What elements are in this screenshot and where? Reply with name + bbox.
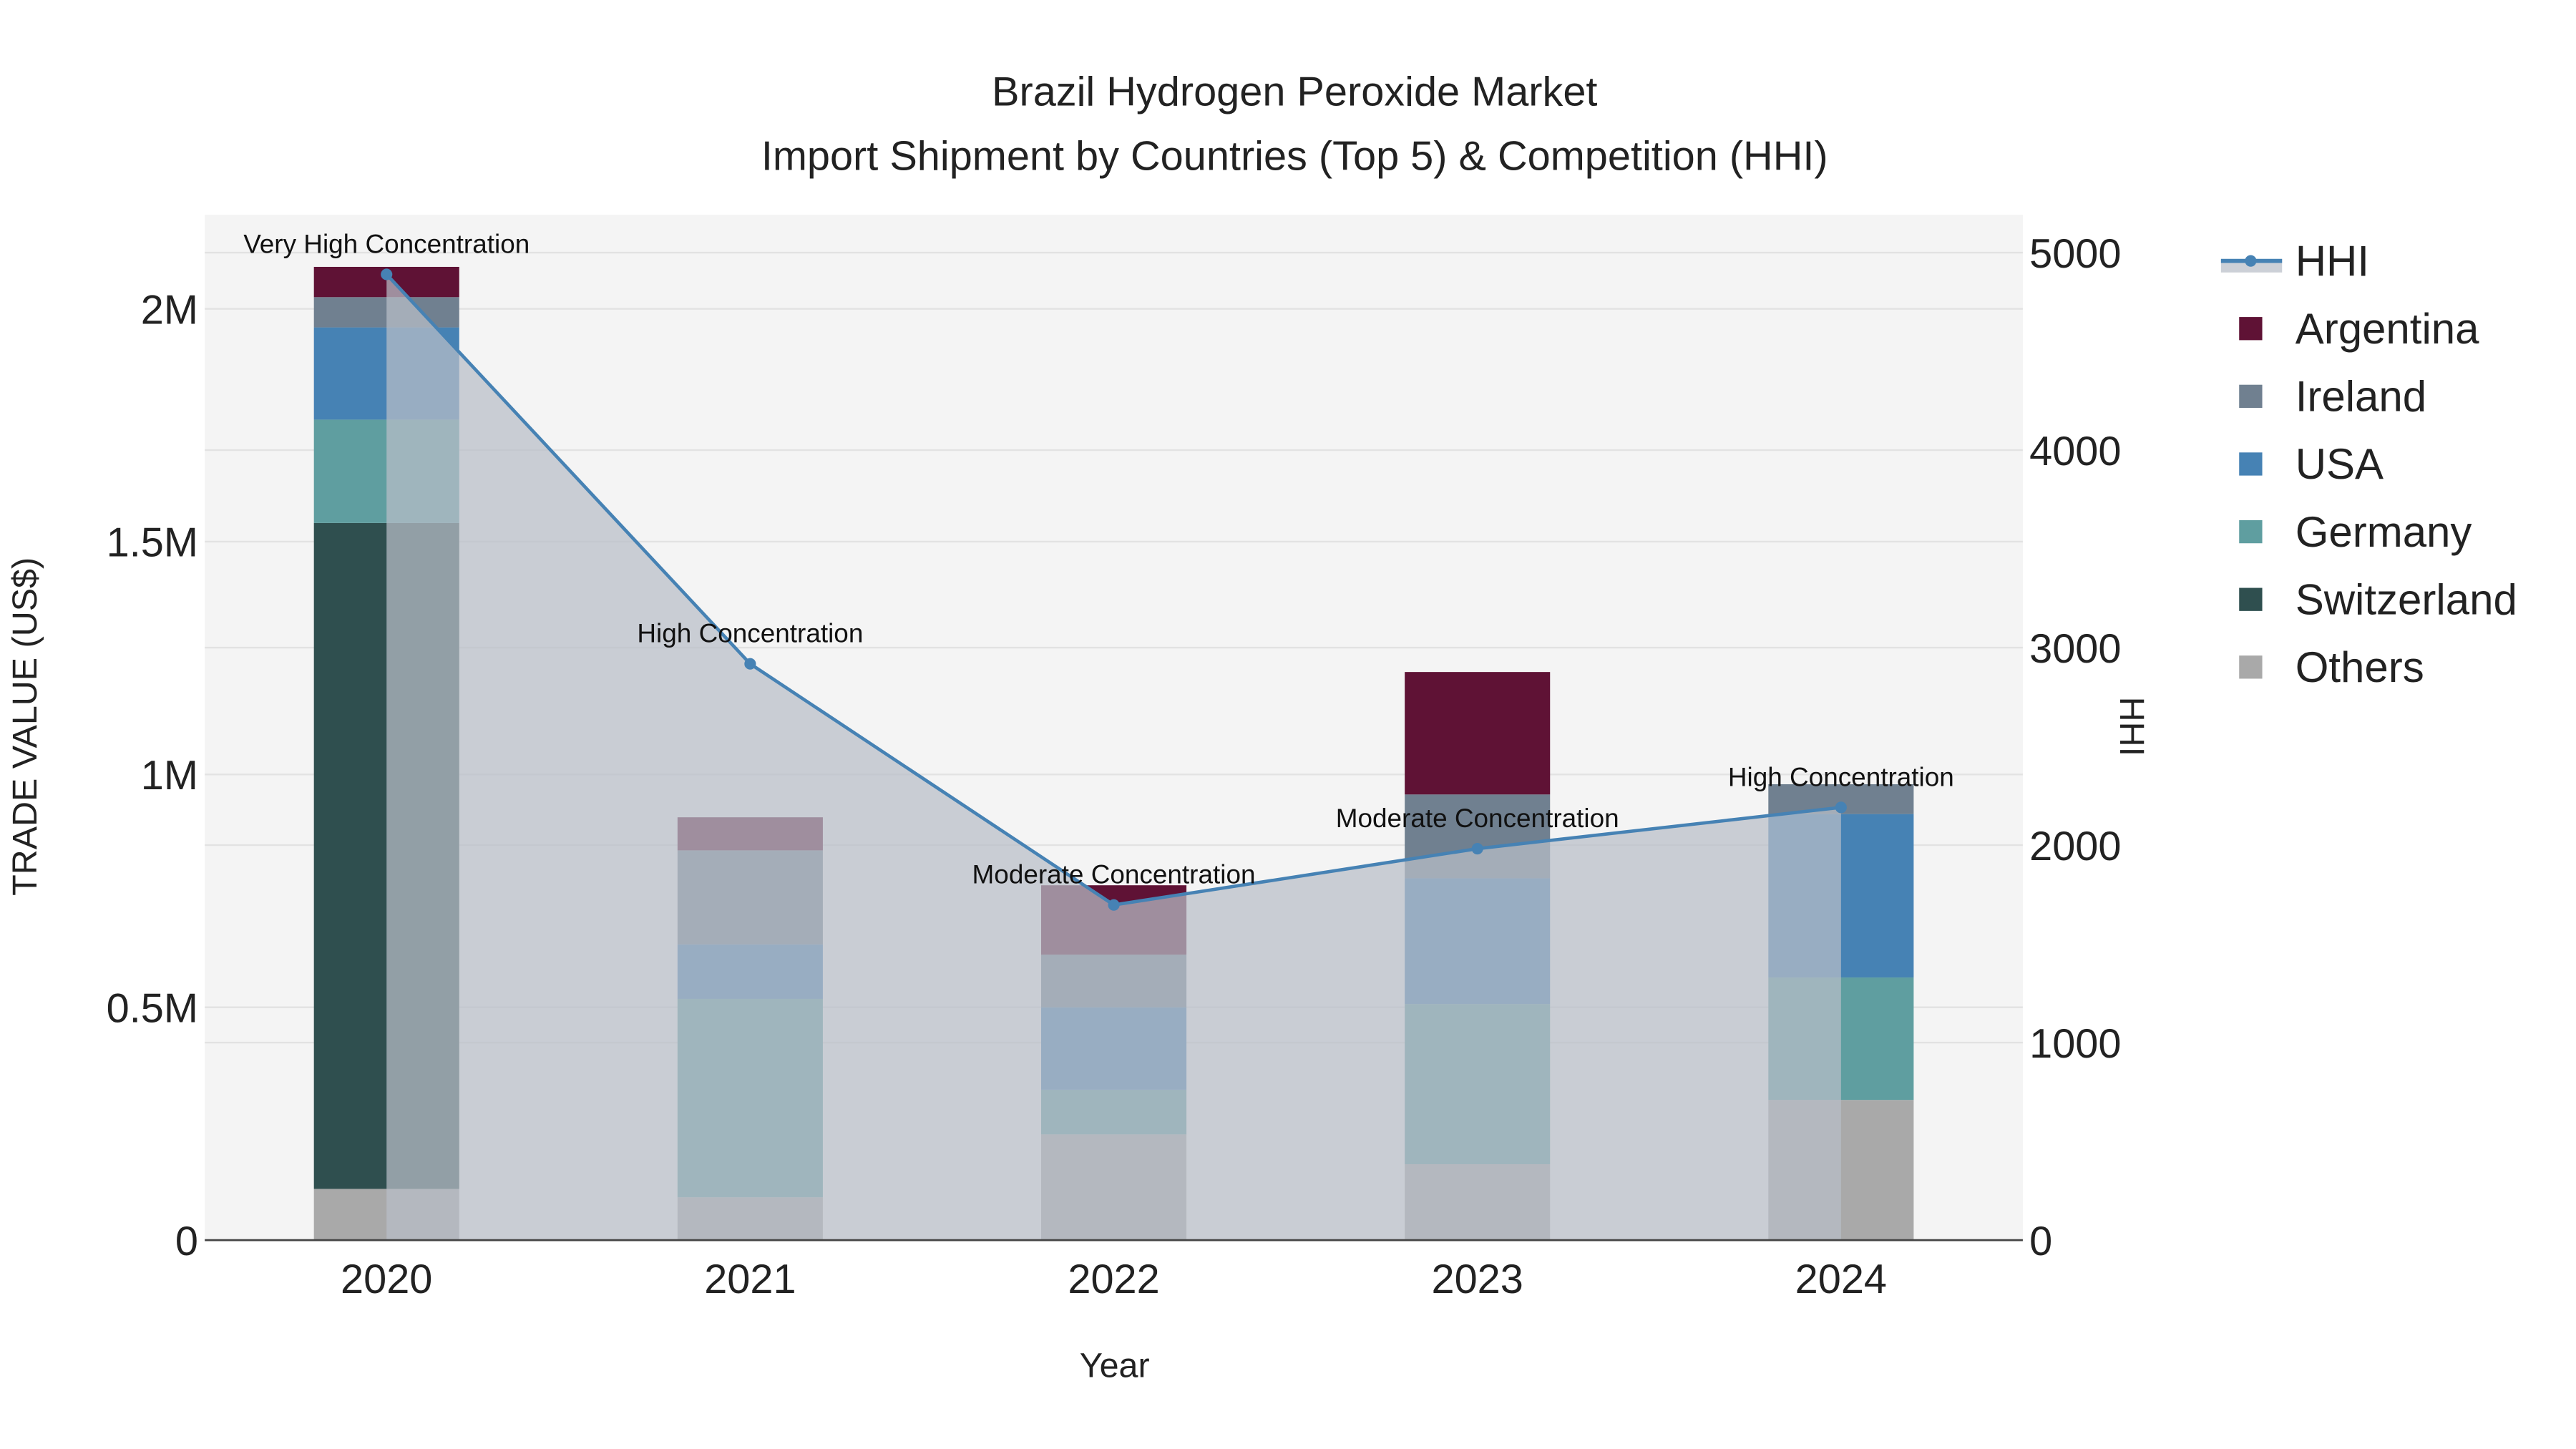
chart: Very High Concentration High Concentratio… — [6, 69, 2517, 1385]
y2-tick-label: 0 — [2029, 1219, 2052, 1264]
x-tick-label: 2020 — [341, 1257, 432, 1302]
legend-item-others: Others — [2239, 643, 2424, 691]
hhi-annotation: Moderate Concentration — [972, 860, 1256, 889]
legend-label: HHI — [2296, 237, 2369, 285]
x-tick-label: 2024 — [1795, 1257, 1887, 1302]
hhi-point — [1471, 842, 1483, 855]
legend-item-usa: USA — [2239, 440, 2384, 488]
x-tick-label: 2023 — [1432, 1257, 1523, 1302]
hhi-point — [744, 658, 756, 670]
legend-marker-hhi — [2245, 255, 2257, 267]
chart-title: Brazil Hydrogen Peroxide Market — [992, 69, 1597, 115]
bar-argentina — [1405, 672, 1551, 795]
hhi-point — [1108, 899, 1120, 911]
y-tick-label: 1M — [141, 753, 198, 799]
hhi-annotation: High Concentration — [637, 619, 863, 648]
hhi-point — [381, 268, 393, 280]
legend: HHI Argentina Ireland USA Germany Switzerland… — [2220, 237, 2517, 691]
legend-item-hhi: HHI — [2220, 237, 2369, 285]
legend-item-switzerland: Switzerland — [2239, 575, 2517, 623]
y-tick-label: 0.5M — [107, 985, 198, 1031]
x-tick-label: 2021 — [704, 1257, 796, 1302]
hhi-annotation: High Concentration — [1728, 762, 1954, 791]
legend-swatch-ireland — [2239, 384, 2263, 408]
y2-tick-label: 1000 — [2029, 1021, 2121, 1067]
legend-swatch-others — [2239, 655, 2263, 679]
y2-tick-label: 2000 — [2029, 824, 2121, 869]
y2-axis-title: HHI — [2112, 697, 2151, 756]
y2-tick-label: 4000 — [2029, 429, 2121, 474]
hhi-annotation: Moderate Concentration — [1336, 804, 1619, 833]
legend-label: Ireland — [2296, 373, 2426, 421]
legend-swatch-germany — [2239, 519, 2263, 544]
y2-tick-label: 3000 — [2029, 626, 2121, 672]
chart-subtitle: Import Shipment by Countries (Top 5) & C… — [761, 134, 1828, 180]
hhi-annotation: Very High Concentration — [243, 229, 530, 258]
legend-item-germany: Germany — [2239, 508, 2472, 556]
legend-item-argentina: Argentina — [2239, 305, 2479, 353]
y-tick-label: 0 — [175, 1219, 198, 1264]
x-tick-label: 2022 — [1068, 1257, 1159, 1302]
y-tick-label: 2M — [141, 287, 198, 333]
legend-label: Others — [2296, 643, 2424, 691]
legend-swatch-switzerland — [2239, 587, 2263, 611]
legend-label: Germany — [2296, 508, 2472, 556]
hhi-point — [1835, 801, 1847, 814]
y-tick-label: 1.5M — [107, 520, 198, 566]
legend-item-ireland: Ireland — [2239, 373, 2426, 421]
y-axis-title: TRADE VALUE (US$) — [6, 557, 44, 896]
y2-tick-label: 5000 — [2029, 231, 2121, 277]
legend-label: Switzerland — [2296, 575, 2517, 623]
legend-swatch-usa — [2239, 452, 2263, 476]
legend-label: Argentina — [2296, 305, 2479, 353]
legend-label: USA — [2296, 440, 2384, 488]
legend-swatch-argentina — [2239, 317, 2263, 341]
x-axis-title: Year — [1080, 1347, 1150, 1385]
